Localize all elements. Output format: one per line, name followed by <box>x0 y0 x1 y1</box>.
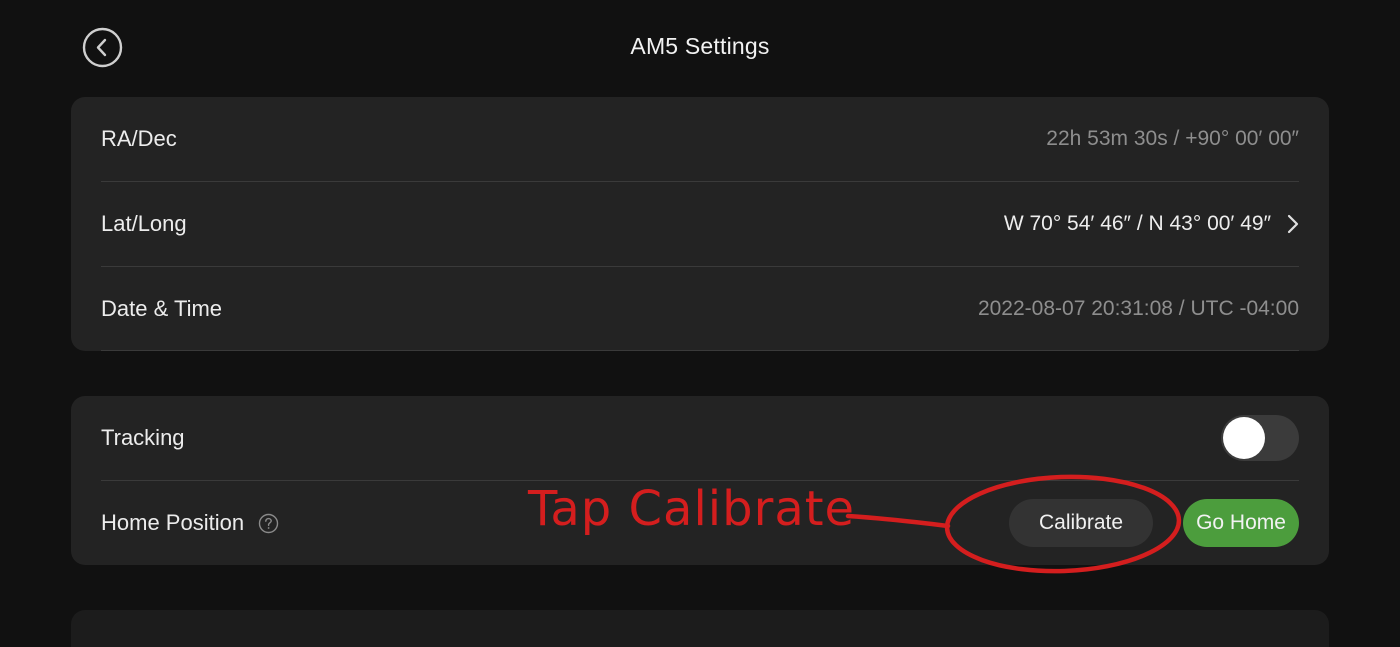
lat-long-row[interactable]: Lat/Long W 70° 54′ 46″ / N 43° 00′ 49″ <box>101 182 1299 266</box>
date-time-row: Date & Time 2022-08-07 20:31:08 / UTC -0… <box>101 267 1299 351</box>
date-time-value: 2022-08-07 20:31:08 / UTC -04:00 <box>977 297 1299 320</box>
annotation-text: Tap Calibrate <box>528 481 856 537</box>
lat-long-label: Lat/Long <box>101 211 187 236</box>
page-title: AM5 Settings <box>630 33 770 59</box>
lat-long-value: W 70° 54′ 46″ / N 43° 00′ 49″ <box>1003 212 1271 235</box>
home-position-label: Home Position <box>101 510 245 535</box>
toggle-knob <box>1223 417 1265 459</box>
divider <box>101 350 1299 351</box>
tracking-label: Tracking <box>101 425 185 450</box>
lat-long-value-wrap: W 70° 54′ 46″ / N 43° 00′ 49″ <box>1004 212 1299 236</box>
home-position-buttons: Calibrate Go Home <box>1009 499 1299 547</box>
calibrate-button[interactable]: Calibrate <box>1009 499 1153 547</box>
go-home-button[interactable]: Go Home <box>1183 499 1299 547</box>
chevron-right-icon <box>1287 214 1299 234</box>
tracking-toggle[interactable] <box>1221 415 1299 461</box>
home-position-label-wrap: Home Position <box>101 510 279 536</box>
ra-dec-value: 22h 53m 30s / +90° 00′ 00″ <box>1046 127 1299 150</box>
am5-settings-screen: AM5 Settings RA/Dec 22h 53m 30s / +90° 0… <box>0 0 1400 647</box>
question-circle-icon[interactable] <box>258 513 279 534</box>
next-settings-card <box>71 610 1329 647</box>
mount-info-card: RA/Dec 22h 53m 30s / +90° 00′ 00″ Lat/Lo… <box>71 97 1329 351</box>
tracking-row: Tracking <box>101 396 1299 480</box>
ra-dec-label: RA/Dec <box>101 126 177 151</box>
ra-dec-row: RA/Dec 22h 53m 30s / +90° 00′ 00″ <box>101 97 1299 181</box>
date-time-label: Date & Time <box>101 296 223 321</box>
